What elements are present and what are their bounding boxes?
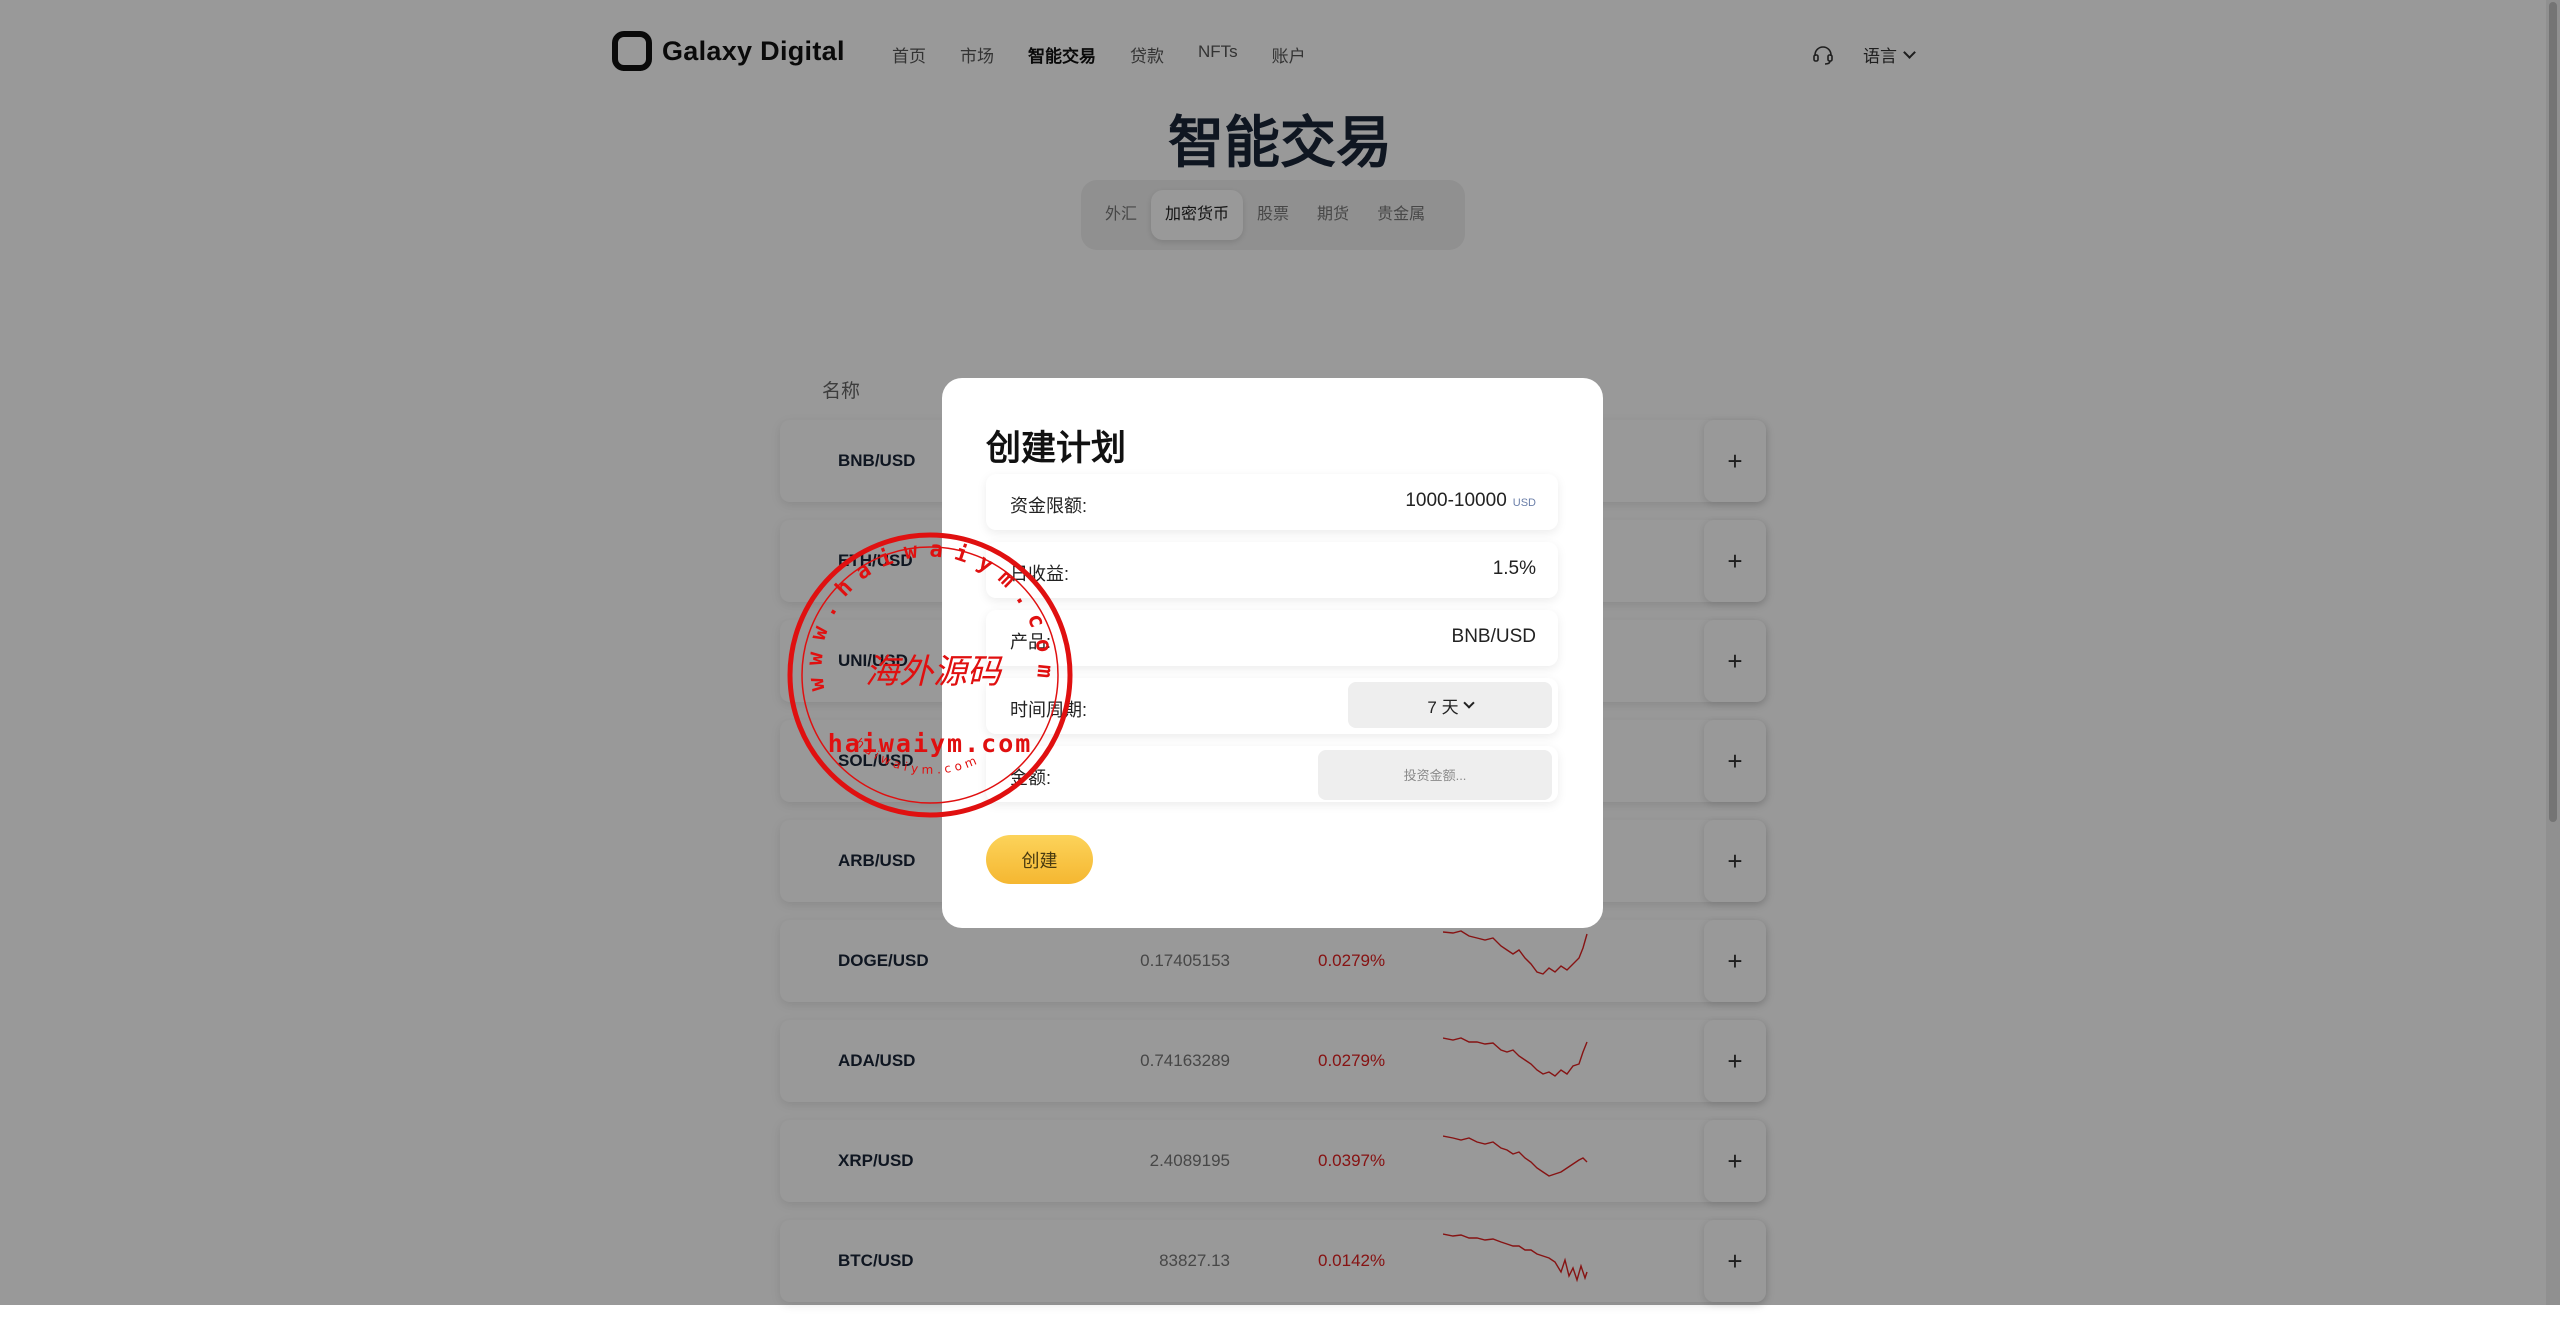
fund-limit-row: 资金限额: 1000-10000 USD bbox=[986, 474, 1558, 530]
fund-limit-value: 1000-10000 USD bbox=[1405, 490, 1536, 512]
fund-limit-amount: 1000-10000 bbox=[1405, 490, 1507, 511]
watermark-stamp: www.haiwaiym.com 海外源码 haiwaiym.com haiwa… bbox=[787, 532, 1073, 818]
fund-limit-unit: USD bbox=[1512, 497, 1536, 509]
period-select[interactable]: 7 天 bbox=[1348, 682, 1552, 728]
amount-input[interactable] bbox=[1318, 750, 1552, 800]
create-button[interactable]: 创建 bbox=[986, 835, 1093, 884]
modal-title: 创建计划 bbox=[986, 429, 1127, 468]
watermark-center-text: 海外源码 bbox=[865, 652, 1003, 692]
chevron-down-icon bbox=[1462, 697, 1475, 709]
period-value: 7 天 bbox=[1427, 697, 1459, 717]
product-value: BNB/USD bbox=[1451, 626, 1536, 647]
fund-limit-label: 资金限额: bbox=[1010, 496, 1088, 516]
daily-return-value: 1.5% bbox=[1492, 558, 1536, 579]
